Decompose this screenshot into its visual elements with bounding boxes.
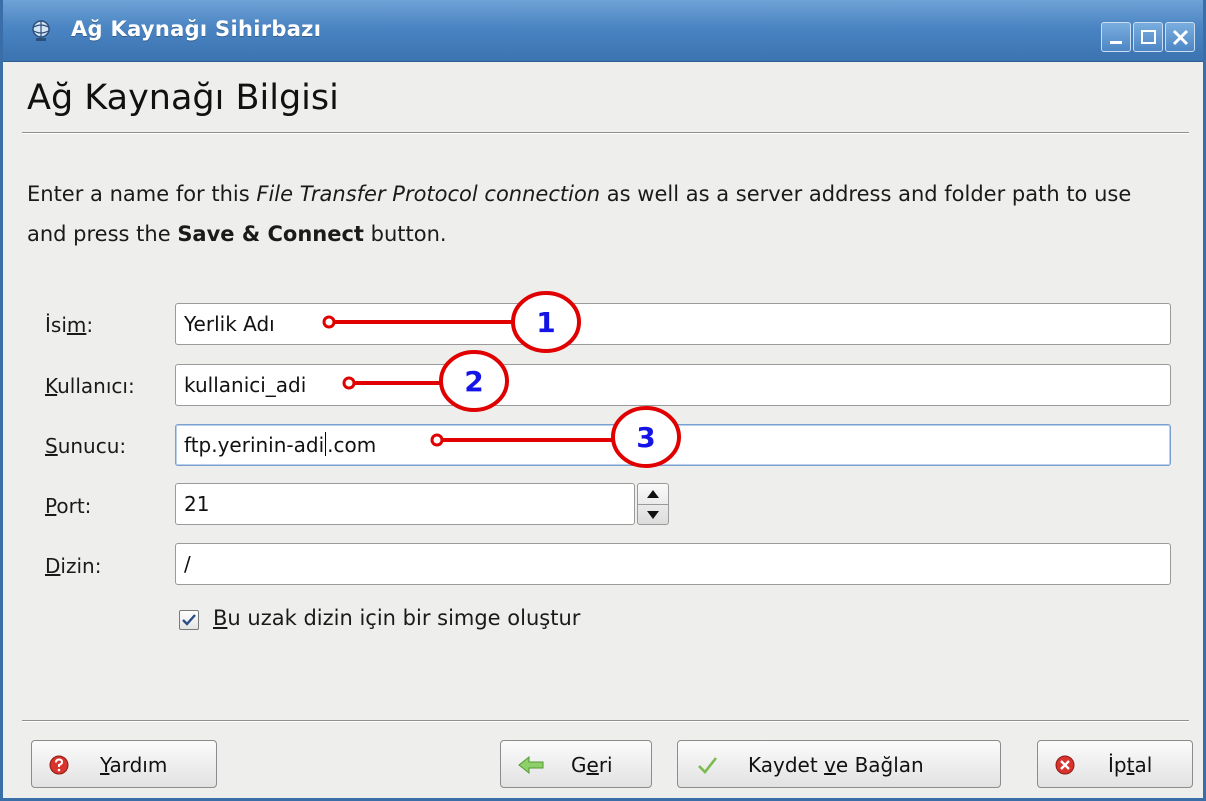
port-input[interactable]: 21 <box>175 483 635 525</box>
network-globe-icon <box>32 20 50 41</box>
name-input[interactable]: Yerlik Adı <box>175 303 1171 345</box>
text-caret <box>325 432 327 456</box>
save-connect-label: Kaydet ve Bağlan <box>748 753 924 777</box>
footer-divider <box>22 720 1189 722</box>
title-bar[interactable]: Ağ Kaynağı Sihirbazı <box>3 0 1203 62</box>
close-button[interactable] <box>1165 22 1195 52</box>
spin-down-button[interactable] <box>638 505 668 525</box>
server-input[interactable]: ftp.yerinin-adi .com <box>175 424 1171 466</box>
cancel-icon <box>1055 755 1075 775</box>
back-label: Geri <box>571 753 613 777</box>
cancel-button[interactable]: İptal <box>1037 740 1193 788</box>
minimize-button[interactable] <box>1101 22 1131 52</box>
cancel-label: İptal <box>1108 753 1153 777</box>
name-label: İsim: <box>45 313 94 337</box>
title-divider <box>22 132 1189 134</box>
user-input[interactable]: kullanici_adi <box>175 364 1171 406</box>
folder-input[interactable]: / <box>175 543 1171 585</box>
help-icon <box>49 755 69 775</box>
arrow-up-icon <box>647 490 659 498</box>
user-label: Kullanıcı: <box>45 374 135 398</box>
help-button[interactable]: Yardım <box>31 740 217 788</box>
check-icon <box>698 757 718 774</box>
folder-label: Dizin: <box>45 554 102 578</box>
help-label: Yardım <box>100 753 168 777</box>
back-button[interactable]: Geri <box>500 740 652 788</box>
create-icon-label[interactable]: Bu uzak dizin için bir simge oluştur <box>213 606 580 630</box>
instructions-text: Enter a name for this File Transfer Prot… <box>27 182 1132 246</box>
checkmark-icon <box>182 614 196 626</box>
maximize-button[interactable] <box>1133 22 1163 52</box>
port-label: Port: <box>45 494 92 518</box>
wizard-window: Ağ Kaynağı Sihirbazı Ağ Kaynağı Bilgisi … <box>0 0 1206 801</box>
create-icon-checkbox[interactable] <box>179 610 199 630</box>
maximize-icon <box>1141 30 1156 44</box>
arrow-down-icon <box>647 511 659 519</box>
port-stepper[interactable] <box>637 483 669 525</box>
page-title: Ağ Kaynağı Bilgisi <box>27 78 339 118</box>
back-arrow-icon <box>518 755 544 775</box>
close-icon <box>1172 29 1189 46</box>
server-label: Sunucu: <box>45 434 127 458</box>
save-connect-button[interactable]: Kaydet ve Bağlan <box>677 740 1001 788</box>
window-title: Ağ Kaynağı Sihirbazı <box>71 17 322 41</box>
spin-up-button[interactable] <box>638 484 668 504</box>
minimize-icon <box>1110 41 1122 44</box>
